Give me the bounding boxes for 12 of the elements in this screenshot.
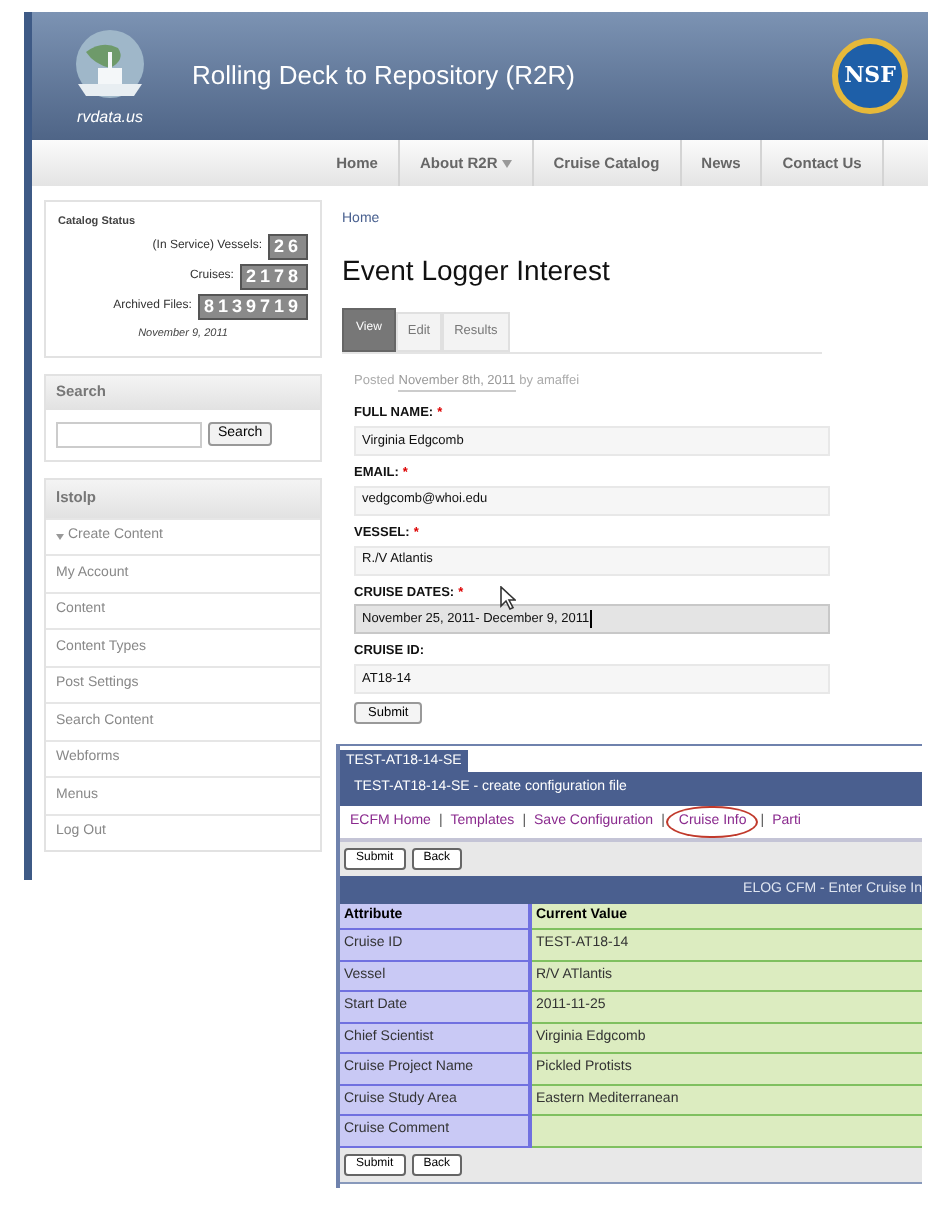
- status-counter: 8139719: [197, 294, 308, 321]
- status-counter: 26: [267, 234, 308, 261]
- search-field[interactable]: [56, 421, 202, 447]
- mouse-pointer-icon: [500, 586, 516, 610]
- text-caret: [589, 610, 592, 629]
- caret-icon: [56, 533, 64, 540]
- page-title: Event Logger Interest: [342, 251, 612, 290]
- nsf-logo: NSF: [832, 38, 908, 114]
- site-title: Rolling Deck to Repository (R2R): [192, 58, 577, 95]
- status-counter: 2178: [239, 264, 308, 291]
- caret-icon: [501, 159, 512, 167]
- logo-text: rvdata.us: [77, 107, 143, 125]
